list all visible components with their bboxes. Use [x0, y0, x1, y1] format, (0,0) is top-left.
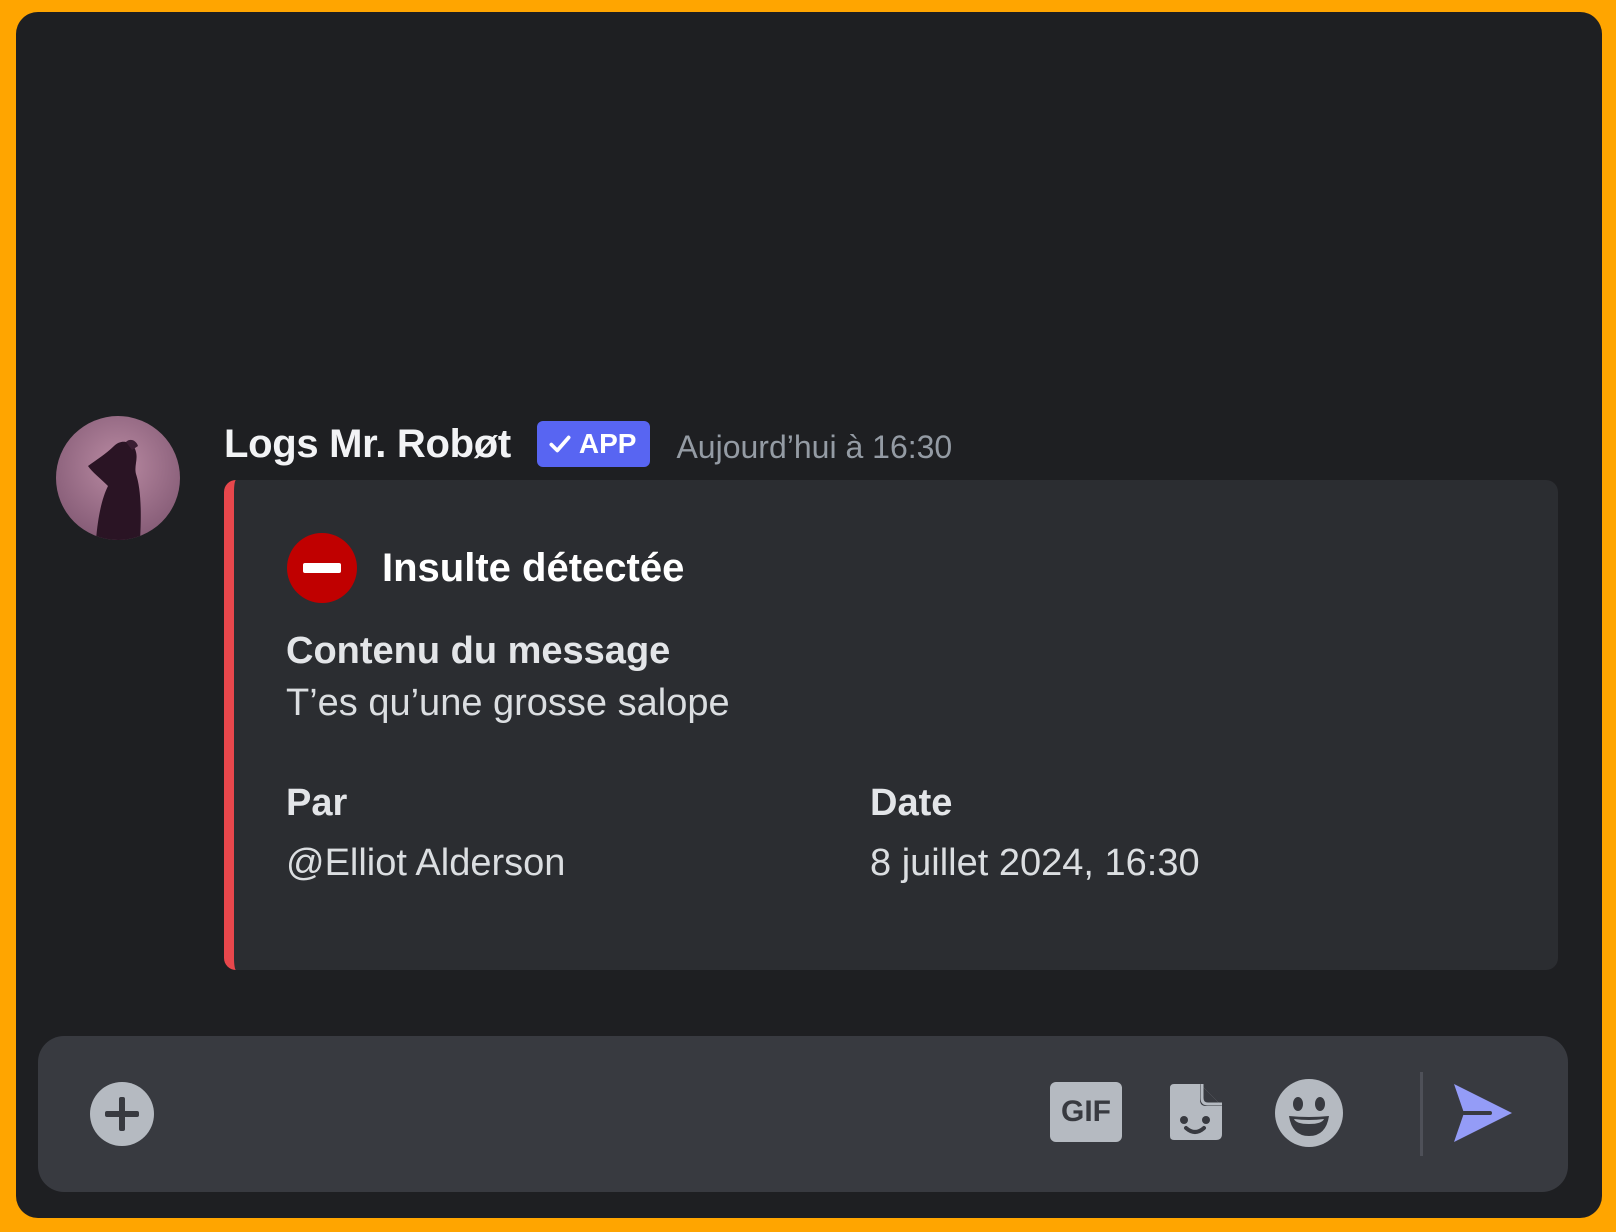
avatar[interactable]: [56, 416, 180, 540]
composer-divider: [1420, 1072, 1423, 1156]
embed-title: Insulte détectée: [382, 545, 685, 590]
outer-frame: Logs Mr. Robøt APP Aujourd’hui à 16:30 I…: [0, 0, 1616, 1232]
verified-check-icon: [549, 435, 571, 453]
field-name-date: Date: [870, 782, 953, 824]
sticker-icon[interactable]: [1162, 1080, 1226, 1144]
send-icon[interactable]: [1450, 1080, 1516, 1146]
field-value-date: 8 juillet 2024, 16:30: [870, 842, 1200, 884]
avatar-image: [56, 416, 180, 540]
author-name[interactable]: Logs Mr. Robøt: [224, 422, 511, 467]
message-input[interactable]: [188, 1076, 1032, 1154]
message-header: Logs Mr. Robøt APP Aujourd’hui à 16:30: [224, 416, 952, 472]
field-name-author: Par: [286, 782, 348, 824]
message-timestamp: Aujourd’hui à 16:30: [676, 428, 953, 465]
field-value-content: T’es qu’une grosse salope: [286, 682, 730, 724]
field-name-content: Contenu du message: [286, 630, 671, 672]
app-badge: APP: [536, 421, 651, 467]
chat-window: Logs Mr. Robøt APP Aujourd’hui à 16:30 I…: [16, 12, 1602, 1218]
gif-label: GIF: [1061, 1095, 1111, 1128]
stop-sign-icon: [287, 533, 357, 603]
plus-circle-icon[interactable]: [90, 1082, 154, 1146]
field-value-author[interactable]: @Elliot Alderson: [286, 842, 565, 885]
embed-card: Insulte détectée Contenu du message T’es…: [224, 480, 1558, 970]
embed-title-row: Insulte détectée: [286, 532, 684, 604]
gif-button[interactable]: GIF: [1050, 1082, 1122, 1142]
message-composer: GIF: [38, 1036, 1568, 1192]
app-badge-label: APP: [578, 428, 637, 459]
emoji-icon[interactable]: [1274, 1078, 1344, 1148]
